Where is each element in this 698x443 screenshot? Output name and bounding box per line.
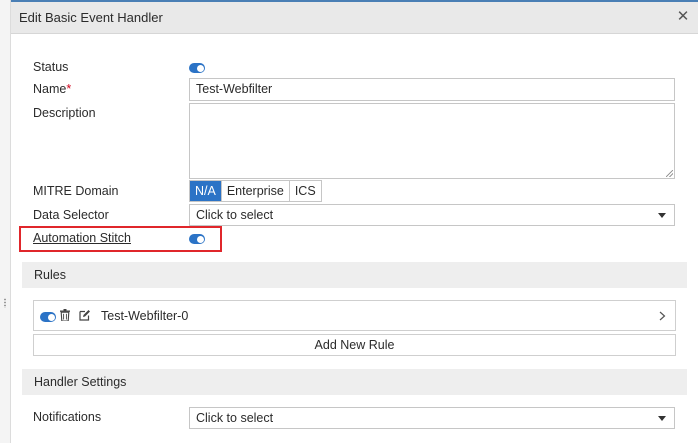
data-selector-value: Click to select	[196, 208, 274, 222]
mitre-option-na[interactable]: N/A	[190, 181, 222, 201]
notifications-label: Notifications	[33, 410, 102, 424]
rule-name: Test-Webfilter-0	[101, 309, 189, 323]
resize-handle-icon[interactable]	[666, 170, 673, 177]
rule-enabled-toggle[interactable]	[40, 312, 56, 322]
handler-settings-section-header: Handler Settings	[22, 369, 687, 395]
notifications-value: Click to select	[196, 411, 274, 425]
mitre-option-enterprise[interactable]: Enterprise	[221, 181, 290, 201]
mitre-option-ics[interactable]: ICS	[289, 181, 321, 201]
mitre-domain-label: MITRE Domain	[33, 184, 119, 198]
status-toggle[interactable]	[189, 63, 205, 73]
edit-event-handler-dialog: Edit Basic Event Handler ✕ Status Name* …	[11, 0, 698, 443]
chevron-down-icon	[658, 416, 666, 421]
notifications-dropdown[interactable]: Click to select	[189, 407, 675, 429]
resize-grip-icon[interactable]	[3, 298, 7, 308]
rules-section-header: Rules	[22, 262, 687, 288]
data-selector-label: Data Selector	[33, 208, 109, 222]
toggle-knob	[196, 64, 204, 72]
name-input[interactable]: Test-Webfilter	[189, 78, 675, 101]
left-panel-edge	[0, 0, 11, 443]
rule-row[interactable]: Test-Webfilter-0	[33, 300, 676, 331]
mitre-domain-selector: N/A Enterprise ICS	[189, 180, 322, 202]
toggle-knob	[196, 235, 204, 243]
automation-stitch-toggle[interactable]	[189, 234, 205, 244]
dialog-title: Edit Basic Event Handler	[19, 10, 163, 25]
trash-icon[interactable]	[60, 309, 70, 321]
chevron-down-icon	[658, 213, 666, 218]
status-label: Status	[33, 60, 69, 74]
close-icon[interactable]: ✕	[676, 8, 690, 26]
name-label: Name*	[33, 82, 71, 96]
edit-icon[interactable]	[79, 309, 90, 321]
automation-stitch-label[interactable]: Automation Stitch	[33, 231, 131, 245]
add-new-rule-button[interactable]: Add New Rule	[33, 334, 676, 356]
data-selector-dropdown[interactable]: Click to select	[189, 204, 675, 226]
description-label: Description	[33, 106, 96, 120]
toggle-knob	[47, 313, 55, 321]
required-mark: *	[66, 82, 72, 96]
chevron-right-icon[interactable]	[659, 311, 666, 321]
dialog-titlebar: Edit Basic Event Handler ✕	[11, 2, 698, 34]
name-label-text: Name	[33, 82, 67, 96]
description-textarea[interactable]	[189, 103, 675, 179]
